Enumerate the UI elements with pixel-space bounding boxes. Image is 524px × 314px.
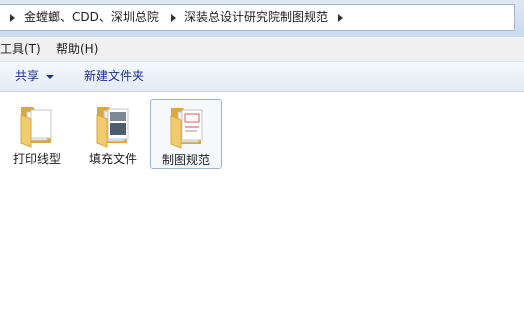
- share-button[interactable]: 共享: [15, 62, 39, 91]
- chevron-down-icon[interactable]: [46, 75, 54, 79]
- new-folder-button[interactable]: 新建文件夹: [84, 62, 144, 91]
- menu-help[interactable]: 帮助(H): [56, 37, 98, 61]
- folder-icon: [96, 107, 129, 148]
- breadcrumb-item[interactable]: 深装总设计研究院制图规范: [184, 5, 328, 30]
- menu-tools[interactable]: 工具(T): [0, 37, 41, 61]
- breadcrumb-chevron-icon[interactable]: [338, 14, 343, 22]
- share-button-label: 共享: [15, 69, 40, 83]
- folder-icon: [20, 107, 52, 148]
- folder-name: 制图规范: [161, 153, 210, 167]
- new-folder-button-label: 新建文件夹: [84, 69, 145, 83]
- menu-bar: 工具(T) 帮助(H): [0, 37, 524, 62]
- folder-item[interactable]: 打印线型: [1, 99, 73, 169]
- toolbar: 共享 新建文件夹: [0, 62, 524, 92]
- breadcrumb-chevron-icon[interactable]: [10, 14, 15, 22]
- file-list: 打印线型 填充文件 制图规范: [0, 92, 524, 314]
- folder-item[interactable]: 填充文件: [77, 99, 149, 169]
- breadcrumb-item[interactable]: 金螳螂、CDD、深圳总院: [24, 5, 159, 30]
- folder-name: 打印线型: [12, 152, 61, 166]
- address-bar: 金螳螂、CDD、深圳总院 深装总设计研究院制图规范: [0, 0, 524, 37]
- folder-name: 填充文件: [88, 152, 137, 166]
- folder-item[interactable]: 制图规范: [150, 99, 222, 169]
- folder-icon: [170, 108, 203, 149]
- address-box[interactable]: 金螳螂、CDD、深圳总院 深装总设计研究院制图规范: [0, 4, 515, 31]
- breadcrumb-chevron-icon[interactable]: [171, 14, 176, 22]
